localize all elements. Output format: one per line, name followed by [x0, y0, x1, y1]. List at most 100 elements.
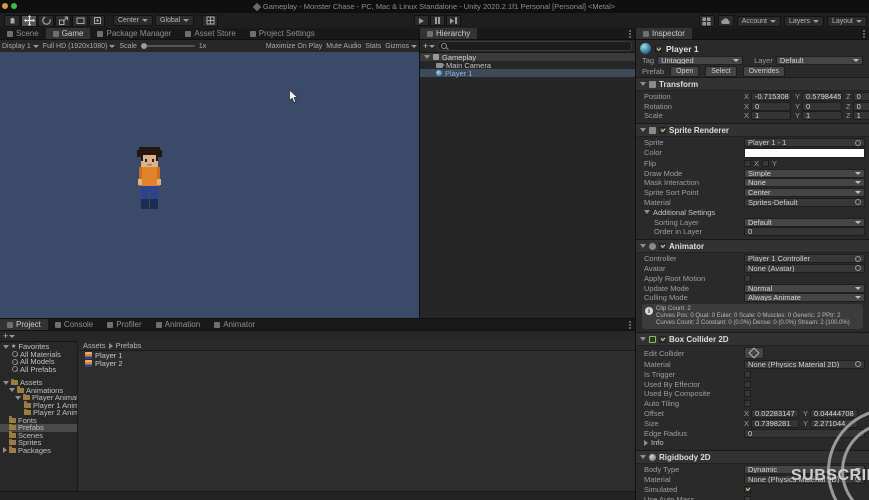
create-asset-button[interactable]: +: [3, 331, 16, 341]
use-auto-mass-checkbox[interactable]: [744, 495, 751, 500]
services-grid-icon[interactable]: [698, 15, 715, 27]
foldout-icon[interactable]: [424, 55, 430, 59]
rotation-y-field[interactable]: 0: [802, 101, 843, 111]
component-enabled-checkbox[interactable]: [659, 335, 666, 343]
maximize-on-play-toggle[interactable]: Maximize On Play: [266, 43, 322, 50]
offset-x-field[interactable]: 0.02283147: [751, 408, 800, 418]
resolution-dropdown[interactable]: Full HD (1920x1080): [43, 43, 116, 50]
animator-component-header[interactable]: Animator: [636, 239, 869, 254]
hierarchy-item-player-1[interactable]: Player 1: [420, 69, 635, 78]
orientation-toggle-button[interactable]: Global: [155, 14, 195, 26]
breadcrumb-prefabs[interactable]: Prefabs: [116, 341, 142, 350]
tab-package-manager[interactable]: Package Manager: [90, 28, 178, 39]
rotation-z-field[interactable]: 0: [852, 101, 869, 111]
object-picker-icon[interactable]: [855, 265, 861, 272]
tab-profiler[interactable]: Profiler: [100, 319, 148, 330]
layers-button[interactable]: Layers: [783, 15, 824, 27]
tab-project[interactable]: Project: [0, 319, 48, 330]
step-button[interactable]: [446, 15, 461, 26]
account-button[interactable]: Account: [736, 15, 781, 27]
collider-material-field[interactable]: None (Physics Material 2D): [744, 359, 865, 369]
order-in-layer-field[interactable]: 0: [744, 227, 865, 237]
tag-dropdown[interactable]: Untagged: [657, 56, 744, 65]
scale-slider-knob[interactable]: [140, 43, 147, 49]
foldout-icon[interactable]: [640, 455, 646, 460]
object-picker-icon[interactable]: [855, 139, 861, 146]
body-type-dropdown[interactable]: Dynamic: [744, 465, 865, 475]
scale-z-field[interactable]: 1: [852, 111, 869, 121]
auto-tiling-checkbox[interactable]: [744, 400, 751, 408]
component-enabled-checkbox[interactable]: [659, 126, 666, 134]
color-swatch[interactable]: [744, 147, 865, 158]
packages-root-foldout[interactable]: Packages: [0, 446, 77, 455]
object-picker-icon[interactable]: [855, 255, 861, 262]
simulated-checkbox[interactable]: [744, 485, 751, 493]
tab-inspector[interactable]: Inspector: [636, 28, 692, 39]
apply-root-motion-checkbox[interactable]: [744, 274, 751, 282]
play-button[interactable]: [414, 15, 429, 26]
transform-component-header[interactable]: Transform: [636, 77, 869, 91]
foldout-icon[interactable]: [640, 244, 646, 249]
favorite-all-prefabs[interactable]: All Prefabs: [0, 365, 77, 374]
used-by-effector-checkbox[interactable]: [744, 380, 751, 388]
tab-animator[interactable]: Animator: [207, 319, 262, 330]
foldout-right-icon[interactable]: [644, 439, 648, 446]
scale-tool-icon[interactable]: [55, 14, 71, 27]
scale-x-field[interactable]: 1: [751, 111, 792, 121]
object-picker-icon[interactable]: [855, 199, 861, 206]
update-mode-dropdown[interactable]: Normal: [744, 283, 865, 293]
game-viewport[interactable]: [0, 52, 419, 318]
cloud-collab-icon[interactable]: [717, 15, 734, 27]
size-x-field[interactable]: 0.7398281: [751, 418, 800, 428]
material-object-field[interactable]: Sprites-Default: [744, 197, 865, 207]
scale-slider[interactable]: [140, 43, 195, 49]
used-by-composite-checkbox[interactable]: [744, 390, 751, 398]
tab-scene[interactable]: Scene: [0, 28, 46, 39]
rotate-tool-icon[interactable]: [38, 14, 54, 27]
hierarchy-search-input[interactable]: [437, 41, 632, 51]
tab-hierarchy[interactable]: Hierarchy: [420, 28, 478, 39]
prefab-overrides-button[interactable]: Overrides: [742, 66, 786, 77]
panel-menu-icon[interactable]: [629, 323, 631, 326]
foldout-icon[interactable]: [640, 128, 646, 133]
avatar-object-field[interactable]: None (Avatar): [744, 263, 865, 273]
prefab-select-button[interactable]: Select: [705, 66, 737, 77]
panel-menu-icon[interactable]: [863, 32, 865, 35]
asset-item-player-2[interactable]: Player 2: [78, 359, 635, 368]
flip-x-checkbox[interactable]: [744, 159, 751, 167]
component-enabled-checkbox[interactable]: [659, 242, 666, 250]
layout-button[interactable]: Layout: [826, 15, 867, 27]
zoom-window-dot[interactable]: [11, 3, 17, 9]
gameobject-name[interactable]: Player 1: [666, 44, 699, 54]
box-collider-component-header[interactable]: Box Collider 2D: [636, 332, 869, 347]
collider-info-foldout[interactable]: Info: [636, 438, 869, 447]
object-picker-icon[interactable]: [855, 361, 861, 368]
edit-collider-button[interactable]: [744, 347, 764, 360]
gizmos-dropdown[interactable]: Gizmos: [385, 43, 417, 50]
foldout-icon[interactable]: [644, 210, 650, 215]
sprite-renderer-component-header[interactable]: Sprite Renderer: [636, 123, 869, 138]
move-tool-icon[interactable]: [21, 14, 37, 27]
tab-game[interactable]: Game: [45, 28, 91, 39]
mute-audio-toggle[interactable]: Mute Audio: [326, 43, 361, 50]
transform-tool-icon[interactable]: [89, 14, 105, 27]
culling-mode-dropdown[interactable]: Always Animate: [744, 293, 865, 303]
sorting-layer-dropdown[interactable]: Default: [744, 217, 865, 227]
tab-animation[interactable]: Animation: [149, 319, 208, 330]
rigidbody-material-field[interactable]: None (Physics Material 2D): [744, 474, 865, 484]
rotation-x-field[interactable]: 0: [751, 101, 792, 111]
object-picker-icon[interactable]: [855, 476, 861, 483]
controller-object-field[interactable]: Player 1 Controller: [744, 254, 865, 264]
pivot-toggle-button[interactable]: Center: [113, 14, 154, 26]
offset-y-field[interactable]: 0.04444708: [810, 408, 859, 418]
tab-project-settings[interactable]: Project Settings: [243, 28, 322, 39]
rect-tool-icon[interactable]: [72, 14, 88, 27]
size-y-field[interactable]: 2.271044: [810, 418, 859, 428]
position-y-field[interactable]: 0.5798445: [802, 91, 843, 101]
sprite-sort-point-dropdown[interactable]: Center: [744, 188, 865, 198]
stats-toggle[interactable]: Stats: [365, 43, 381, 50]
panel-menu-icon[interactable]: [629, 32, 631, 35]
create-menu-button[interactable]: +: [423, 41, 436, 51]
hand-tool-icon[interactable]: [4, 14, 20, 27]
display-dropdown[interactable]: Display 1: [2, 43, 39, 50]
